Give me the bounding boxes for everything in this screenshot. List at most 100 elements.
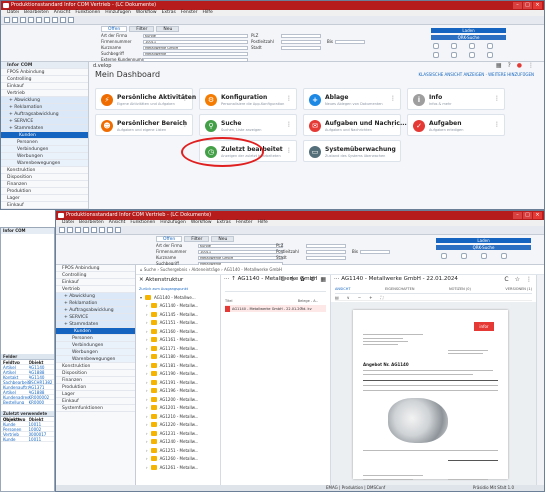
filter-input[interactable]: 10011	[143, 39, 248, 44]
refresh-icon[interactable]	[68, 17, 74, 23]
doc-tab[interactable]: EIGENSCHAFTEN	[385, 287, 414, 291]
dashboard-tile[interactable]: ⚙ Konfiguration Personalisiere die App-Kon…	[199, 88, 297, 110]
more-icon[interactable]: ⋮	[494, 121, 500, 128]
chevron-right-icon[interactable]: ›	[146, 388, 148, 393]
panel-cell[interactable]: Artikel	[3, 390, 29, 394]
star-icon[interactable]: ☆	[515, 276, 520, 283]
col-docs[interactable]: Belege - A..	[298, 299, 318, 303]
col-title[interactable]: Titel	[225, 299, 298, 303]
home-icon[interactable]: ⌂	[140, 267, 143, 272]
chevron-down-icon[interactable]: ▾	[140, 295, 142, 300]
qrk-search-button[interactable]: QRK-Suche	[436, 245, 531, 250]
tree-item[interactable]: › AG1140 - Metallw...	[146, 302, 198, 309]
chevron-right-icon[interactable]: ›	[146, 346, 148, 351]
tree-item[interactable]: › AG1171 - Metallw...	[146, 345, 198, 352]
dashboard-tile[interactable]: ☻ Persönlicher Bereich Aufgaben und eigene…	[95, 114, 193, 136]
fit-icon[interactable]: ⛶	[380, 295, 383, 300]
doc-tab[interactable]: ANSICHT	[335, 287, 350, 291]
filter-input[interactable]: Metallwerke GmbH	[198, 255, 283, 260]
panel-cell[interactable]: KR0000	[29, 400, 55, 404]
save-icon[interactable]	[75, 227, 81, 233]
nav-leaf[interactable]: Verbindungen	[1, 146, 88, 153]
panel-cell[interactable]: Kunde	[3, 437, 29, 441]
qrk-search-button[interactable]: QRK-Suche	[431, 35, 506, 40]
panel-cell[interactable]: KR000002	[29, 395, 55, 399]
filter-input[interactable]: Metallwerke	[143, 51, 248, 56]
panel-cell[interactable]: AG1371	[29, 385, 55, 389]
cut-icon[interactable]	[91, 227, 97, 233]
panel-cell[interactable]: Artikel	[3, 365, 29, 369]
tab-filter[interactable]: Filter	[184, 236, 210, 242]
back-to-origin-link[interactable]: Zurück zum Ausgangspunkt	[139, 287, 188, 291]
filter-input[interactable]: Kunde	[198, 243, 283, 248]
panel-cell[interactable]: 10002	[29, 427, 55, 431]
maximize-icon[interactable]: □	[523, 2, 532, 9]
tree-item[interactable]: › AG1261 - Metallw...	[146, 464, 198, 471]
more-icon[interactable]: ⋮	[182, 121, 188, 128]
nav-leaf[interactable]: Warenbewegungen	[1, 160, 88, 167]
panel-cell[interactable]: Sachbearbeiter	[3, 380, 29, 384]
search-field[interactable]	[225, 287, 326, 292]
chevron-right-icon[interactable]: ›	[146, 397, 148, 402]
chevron-right-icon[interactable]: ›	[146, 448, 148, 453]
breadcrumb[interactable]: Suche › Suchergebnis › Akteneinträge › A…	[144, 267, 282, 272]
more-icon[interactable]: ⋮	[390, 147, 396, 154]
new-icon[interactable]	[4, 17, 10, 23]
save-icon[interactable]	[20, 17, 26, 23]
sync-icon[interactable]: ↻	[290, 276, 295, 283]
prev-page-icon[interactable]: ∨	[347, 295, 350, 300]
filter-input[interactable]: Kunde	[143, 33, 248, 38]
option-icon-5[interactable]	[433, 52, 439, 58]
chevron-right-icon[interactable]: ›	[146, 465, 148, 470]
dashboard-tile[interactable]: + Ablage Neues Ablegen von Dokumenten ⋮	[303, 88, 401, 110]
close-tree-icon[interactable]: ✕	[139, 277, 144, 283]
panel-cell[interactable]: 10011	[29, 437, 55, 441]
tree-item[interactable]: › AG1220 - Metallw...	[146, 421, 198, 428]
nav-bottom-item[interactable]: Lager	[1, 195, 88, 202]
tree-item[interactable]: › AG1201 - Metallw...	[146, 404, 198, 411]
panel-cell[interactable]: AG1888	[29, 370, 55, 374]
chevron-right-icon[interactable]: ›	[146, 303, 148, 308]
option-icon-2[interactable]	[451, 43, 457, 49]
tree-item[interactable]: › AG1151 - Metallw...	[146, 319, 198, 326]
print-icon[interactable]	[28, 17, 34, 23]
chevron-right-icon[interactable]: ›	[146, 363, 148, 368]
tree-root[interactable]: AG1140 - Metallwe...	[154, 295, 196, 300]
chevron-right-icon[interactable]: ›	[146, 380, 148, 385]
tree-item[interactable]: › AG1181 - Metallw...	[146, 362, 198, 369]
nav-sub-item[interactable]: + Reklamation	[1, 104, 88, 111]
tree-item[interactable]: › AG1160 - Metallw...	[146, 328, 198, 335]
nav-leaf[interactable]: Werbungen	[1, 153, 88, 160]
up-arrow-icon[interactable]: ↑	[231, 276, 236, 282]
new-icon[interactable]	[59, 227, 65, 233]
more-icon[interactable]: ⋮	[390, 121, 396, 128]
refresh-icon[interactable]: C	[504, 276, 508, 283]
dashboard-links[interactable]: KLASSISCHE ANSICHT ANZEIGEN · WEITERE HI…	[418, 72, 534, 77]
dashboard-tile[interactable]: ✉ Aufgaben und Nachric... Aufgaben und Nac…	[303, 114, 407, 136]
sidebar-icon[interactable]: ▤	[335, 295, 339, 300]
copy-icon[interactable]	[99, 227, 105, 233]
doc-tab[interactable]: NOTIZEN (0)	[449, 287, 471, 291]
chevron-right-icon[interactable]: ›	[146, 405, 148, 410]
nav-sub-item[interactable]: + Abwicklung	[1, 97, 88, 104]
chevron-right-icon[interactable]: ›	[146, 312, 148, 317]
panel-cell[interactable]: Kundenadresse	[3, 395, 29, 399]
filter-input[interactable]	[281, 33, 321, 38]
nav-sub-item[interactable]: + Abwicklung	[56, 293, 135, 300]
nav-item[interactable]: Vertrieb	[56, 286, 135, 293]
zoom-in-icon[interactable]: +	[369, 295, 372, 300]
option-icon-4[interactable]	[487, 43, 493, 49]
nav-sub-item[interactable]: + Auftragsabwicklung	[1, 111, 88, 118]
nav-sub-item[interactable]: + Stammdaten	[1, 125, 88, 132]
filter-input[interactable]	[306, 255, 346, 260]
minimize-icon[interactable]: –	[513, 2, 522, 9]
close-icon[interactable]: ×	[533, 212, 542, 219]
nav-bottom-item[interactable]: Systemfunktionen	[56, 405, 135, 412]
grid-icon[interactable]: ▦	[496, 62, 502, 69]
refresh-icon[interactable]: C	[281, 276, 285, 283]
filter-input[interactable]	[306, 243, 346, 248]
bis-input[interactable]	[334, 39, 365, 44]
dashboard-tile[interactable]: i Info Infos & mehr ⋮	[407, 88, 505, 110]
nav-bottom-item[interactable]: Finanzen	[56, 377, 135, 384]
panel-cell[interactable]: AG1140	[29, 375, 55, 379]
